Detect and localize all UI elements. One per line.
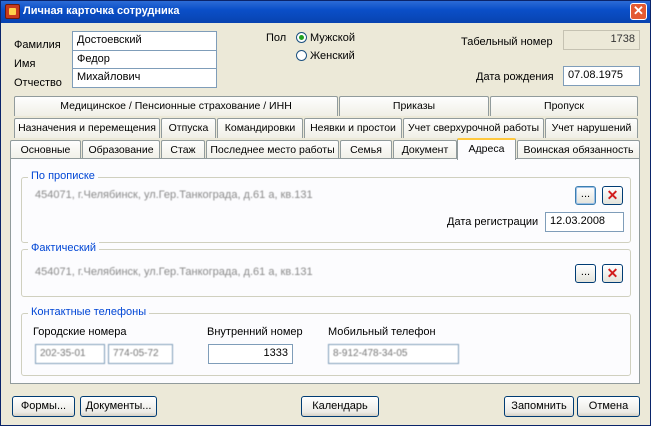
employee-card-window: Личная карточка сотрудника ✕ Фамилия Дос… [0, 0, 651, 426]
window-title: Личная карточка сотрудника [23, 5, 180, 17]
cancel-button[interactable]: Отмена [577, 396, 640, 417]
registration-group: По прописке 454071, г.Челябинск, ул.Гер.… [21, 170, 631, 243]
birth-date-label: Дата рождения [476, 71, 554, 83]
reg-date-label: Дата регистрации [447, 216, 539, 228]
tab-experience[interactable]: Стаж [161, 140, 205, 160]
tab-pass[interactable]: Пропуск [490, 96, 638, 116]
radio-selected-icon [296, 32, 307, 43]
phones-title: Контактные телефоны [28, 306, 150, 318]
tab-orders[interactable]: Приказы [339, 96, 489, 116]
tab-business-trips[interactable]: Командировки [217, 118, 303, 138]
tab-last-job[interactable]: Последнее место работы [206, 140, 339, 160]
surname-label: Фамилия [14, 39, 61, 51]
title-bar[interactable]: Личная карточка сотрудника ✕ [1, 1, 650, 23]
calendar-button[interactable]: Календарь [301, 396, 379, 417]
actual-address-title: Фактический [28, 242, 100, 254]
phones-group: Контактные телефоны Городские номера 202… [21, 306, 631, 376]
tab-military[interactable]: Воинская обязанность [517, 140, 640, 160]
tab-number-label: Табельный номер [461, 36, 553, 48]
actual-browse-button[interactable]: ... [575, 264, 596, 283]
city-phone-2-field[interactable]: 774-05-72 [108, 344, 173, 364]
mobile-label: Мобильный телефон [328, 326, 436, 338]
tab-violations[interactable]: Учет нарушений [545, 118, 638, 138]
gender-female-label: Женский [310, 50, 355, 62]
documents-button[interactable]: Документы... [80, 396, 157, 417]
birth-date-field[interactable]: 07.08.1975 [563, 66, 640, 86]
tab-overtime[interactable]: Учет сверхурочной работы [403, 118, 544, 138]
registration-browse-button[interactable]: ... [575, 186, 596, 205]
addresses-panel: По прописке 454071, г.Челябинск, ул.Гер.… [10, 158, 640, 384]
gender-label: Пол [266, 32, 287, 44]
tab-appointments[interactable]: Назначения и перемещения [14, 118, 160, 138]
patronymic-label: Отчество [14, 77, 62, 89]
name-label: Имя [14, 58, 36, 70]
name-field[interactable]: Федор [72, 50, 217, 70]
tab-absences[interactable]: Неявки и простои [304, 118, 402, 138]
close-button[interactable]: ✕ [630, 3, 647, 20]
radio-empty-icon [296, 50, 307, 61]
city-phone-1-field[interactable]: 202-35-01 [35, 344, 105, 364]
tab-main[interactable]: Основные [10, 140, 81, 160]
registration-address[interactable]: 454071, г.Челябинск, ул.Гер.Танкограда, … [35, 189, 313, 201]
gender-female-radio[interactable]: Женский [296, 50, 355, 64]
forms-button[interactable]: Формы... [12, 396, 75, 417]
tab-family[interactable]: Семья [340, 140, 392, 160]
tab-addresses[interactable]: Адреса [457, 138, 516, 160]
internal-number-field[interactable]: 1333 [208, 344, 293, 364]
reg-date-field[interactable]: 12.03.2008 [545, 212, 624, 232]
gender-male-label: Мужской [310, 32, 355, 44]
registration-title: По прописке [28, 170, 98, 182]
mobile-field[interactable]: 8-912-478-34-05 [328, 344, 459, 364]
save-button[interactable]: Запомнить [504, 396, 574, 417]
gender-male-radio[interactable]: Мужской [296, 32, 355, 46]
registration-delete-button[interactable]: ✕ [602, 186, 623, 205]
tab-vacations[interactable]: Отпуска [161, 118, 216, 138]
patronymic-field[interactable]: Михайлович [72, 68, 217, 88]
tab-document[interactable]: Документ [393, 140, 457, 160]
app-icon [5, 4, 20, 19]
actual-address[interactable]: 454071, г.Челябинск, ул.Гер.Танкограда, … [35, 266, 313, 278]
tab-education[interactable]: Образование [82, 140, 160, 160]
actual-delete-button[interactable]: ✕ [602, 264, 623, 283]
city-numbers-label: Городские номера [33, 326, 127, 338]
surname-field[interactable]: Достоевский [72, 31, 217, 51]
tab-number-field: 1738 [563, 30, 640, 50]
tab-medical[interactable]: Медицинское / Пенсионные страхование / И… [14, 96, 338, 116]
actual-address-group: Фактический 454071, г.Челябинск, ул.Гер.… [21, 242, 631, 297]
internal-number-label: Внутренний номер [207, 326, 303, 338]
